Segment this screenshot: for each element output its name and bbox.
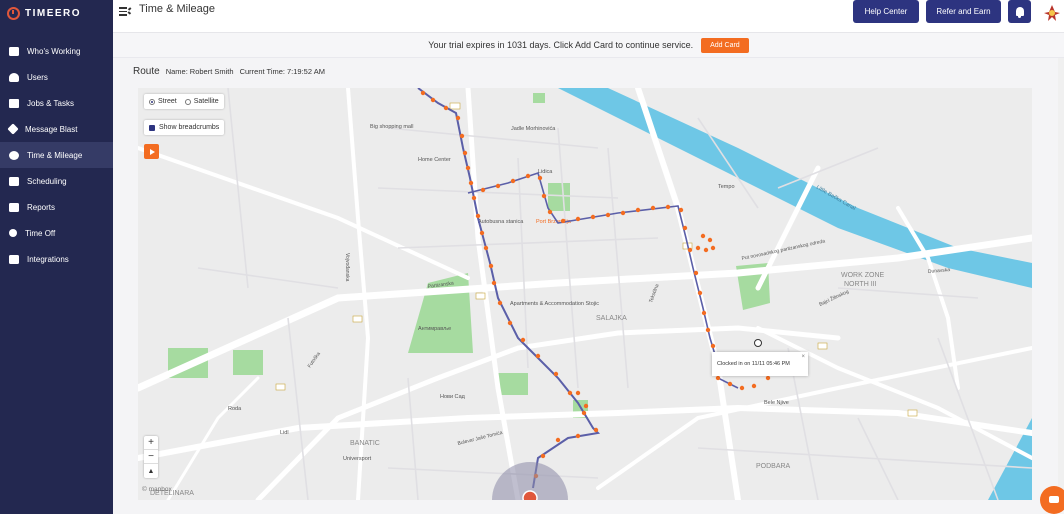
close-icon[interactable]: ×: [801, 354, 805, 360]
chart-icon: [9, 202, 19, 212]
current-time-label: Current Time:: [239, 67, 285, 76]
park: [233, 350, 263, 375]
plug-icon: [9, 254, 19, 264]
sidebar-item-label: Time & Mileage: [27, 150, 83, 160]
sidebar: TIMEERO Who's Working Users Jobs & Tasks…: [0, 0, 113, 514]
beach-icon: [9, 229, 17, 237]
place-label: NORTH III: [844, 281, 877, 288]
sidebar-item-scheduling[interactable]: Scheduling: [0, 168, 113, 194]
notifications-button[interactable]: [1008, 0, 1031, 23]
zoom-in-button[interactable]: +: [144, 436, 158, 450]
sidebar-item-label: Jobs & Tasks: [27, 98, 74, 108]
place-label: Roda: [228, 406, 242, 412]
map-style-toggle: Street Satellite: [144, 94, 224, 109]
place-label: Jadle Morhinovića: [511, 126, 556, 132]
sidebar-item-label: Reports: [27, 202, 56, 212]
chat-support-button[interactable]: [1040, 486, 1064, 514]
sidebar-item-reports[interactable]: Reports: [0, 194, 113, 220]
sidebar-item-label: Integrations: [27, 254, 69, 264]
sidebar-item-label: Time Off: [25, 228, 56, 238]
sidebar-item-label: Who's Working: [27, 46, 81, 56]
place-label: Lidl: [280, 430, 289, 436]
bell-icon: [1015, 7, 1024, 18]
sidebar-item-whos-working[interactable]: Who's Working: [0, 38, 113, 64]
place-label: Autobusna stanica: [478, 219, 524, 225]
place-label: BANATIC: [350, 440, 380, 447]
briefcase-icon: [9, 98, 19, 108]
sidebar-item-label: Users: [27, 72, 48, 82]
play-route-button[interactable]: [144, 144, 159, 159]
route-name: Robert Smith: [189, 67, 234, 76]
top-header: Time & Mileage Help Center Refer and Ear…: [113, 0, 1064, 33]
clock-in-text: Clocked in on 11/11 05:46 PM: [717, 361, 790, 367]
help-center-button[interactable]: Help Center: [853, 0, 919, 23]
sidebar-item-time-off[interactable]: Time Off: [0, 220, 113, 246]
park: [533, 93, 545, 103]
route-name-label: Name:: [165, 67, 188, 76]
park: [548, 183, 570, 211]
satellite-label: Satellite: [193, 98, 219, 105]
radio-selected-icon: [149, 98, 155, 105]
radio-unselected-icon: [184, 98, 191, 105]
timeero-logo-icon: [7, 6, 20, 20]
refer-and-earn-button[interactable]: Refer and Earn: [926, 0, 1001, 23]
route-info: Route Name: Robert Smith Current Time: 7…: [133, 66, 325, 80]
clock-in-popup: Clocked in on 11/11 05:46 PM ×: [712, 352, 808, 376]
place-label: Vojvođanska: [344, 253, 350, 282]
menu-collapse-icon[interactable]: [119, 6, 132, 16]
sidebar-item-time-mileage[interactable]: Time & Mileage: [0, 142, 113, 168]
place-label: Universport: [343, 456, 372, 462]
zoom-out-button[interactable]: −: [144, 450, 158, 464]
show-breadcrumbs-label: Show breadcrumbs: [159, 124, 220, 131]
place-label: Home Center: [418, 157, 451, 163]
satellite-radio[interactable]: Satellite: [184, 98, 219, 105]
map-canvas[interactable]: Big shopping mall Home Center Jadle Morh…: [138, 88, 1032, 500]
trial-banner: Your trial expires in 1031 days. Click A…: [113, 33, 1064, 58]
checkbox-checked-icon: [149, 124, 155, 131]
park: [498, 373, 528, 395]
id-card-icon: [9, 46, 19, 56]
sidebar-item-jobs-tasks[interactable]: Jobs & Tasks: [0, 90, 113, 116]
place-label: Нови Сад: [440, 394, 466, 400]
mapbox-attribution[interactable]: © mapbox: [142, 486, 172, 493]
show-breadcrumbs-checkbox[interactable]: Show breadcrumbs: [144, 120, 225, 135]
route-map[interactable]: Big shopping mall Home Center Jadle Morh…: [138, 88, 1032, 500]
sidebar-item-users[interactable]: Users: [0, 64, 113, 90]
clock-icon: [9, 150, 19, 160]
page-title: Time & Mileage: [139, 3, 216, 15]
page-scrollbar[interactable]: [1058, 58, 1064, 498]
add-card-button[interactable]: Add Card: [701, 37, 749, 53]
sidebar-item-label: Message Blast: [25, 124, 78, 134]
place-label: SALAJKA: [596, 315, 627, 322]
place-label: Lidica: [538, 169, 553, 175]
route-title: Route: [133, 66, 160, 77]
avatar[interactable]: [1041, 2, 1063, 22]
street-radio[interactable]: Street: [149, 98, 177, 105]
compass-button[interactable]: ▲: [144, 464, 158, 478]
sidebar-item-label: Scheduling: [27, 176, 67, 186]
place-label: Bele Njive: [764, 400, 789, 406]
place-label: Антимравље: [418, 326, 451, 332]
brand[interactable]: TIMEERO: [0, 0, 113, 26]
calendar-icon: [9, 176, 19, 186]
trial-message: Your trial expires in 1031 days. Click A…: [428, 40, 694, 50]
place-label: Tempo: [718, 184, 735, 190]
user-marker-icon[interactable]: [522, 490, 538, 500]
brand-name: TIMEERO: [25, 7, 82, 19]
place-label: Big shopping mall: [370, 124, 413, 130]
app-root: TIMEERO Who's Working Users Jobs & Tasks…: [0, 0, 1064, 514]
sidebar-nav: Who's Working Users Jobs & Tasks Message…: [0, 38, 113, 272]
street-label: Street: [158, 98, 177, 105]
place-label: Apartments & Accommodation Stojic: [510, 301, 599, 307]
users-icon: [9, 72, 19, 82]
sidebar-item-integrations[interactable]: Integrations: [0, 246, 113, 272]
sidebar-item-message-blast[interactable]: Message Blast: [0, 116, 113, 142]
megaphone-icon: [7, 123, 19, 135]
location-pin-icon[interactable]: [754, 339, 762, 347]
current-time: 7:19:52 AM: [287, 67, 325, 76]
place-label: WORK ZONE: [841, 272, 884, 279]
zoom-controls: + − ▲: [144, 436, 158, 478]
place-label: PODBARA: [756, 463, 791, 470]
